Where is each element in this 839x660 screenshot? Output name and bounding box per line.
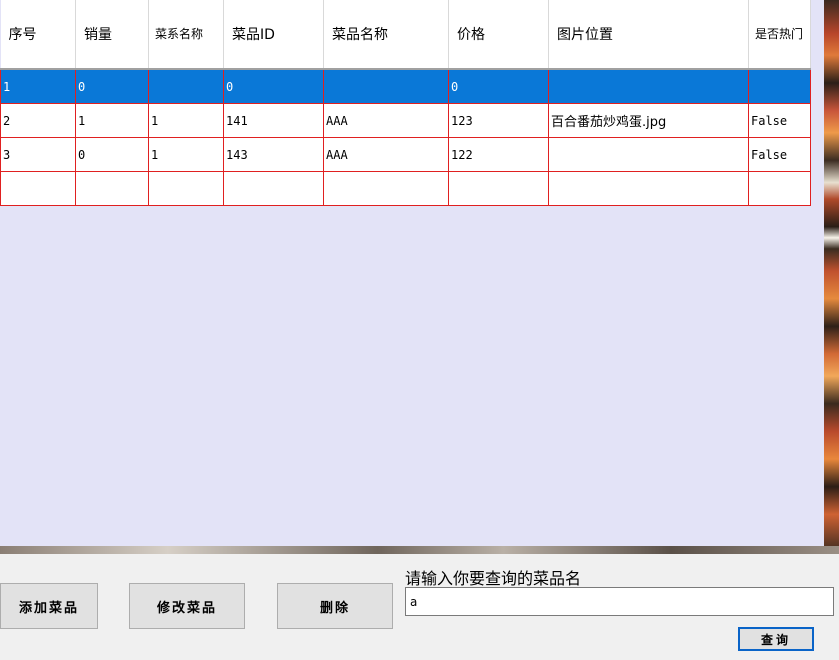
cell-index[interactable]: 3 bbox=[0, 137, 76, 172]
new-row[interactable] bbox=[0, 171, 811, 206]
cell-is-hot[interactable]: False bbox=[748, 137, 811, 172]
column-header-cuisine[interactable]: 菜系名称 bbox=[148, 0, 224, 70]
column-header-image-path[interactable]: 图片位置 bbox=[548, 0, 749, 70]
cell-image-path[interactable]: 百合番茄炒鸡蛋.jpg bbox=[548, 103, 749, 138]
column-header-sales[interactable]: 销量 bbox=[75, 0, 149, 70]
delete-dish-button[interactable]: 删除 bbox=[277, 583, 393, 629]
cell-is-hot[interactable] bbox=[748, 68, 811, 104]
query-label: 请输入你要查询的菜品名 bbox=[405, 569, 582, 588]
column-header-dish-id[interactable]: 菜品ID bbox=[223, 0, 324, 70]
cell-price[interactable]: 0 bbox=[448, 68, 549, 104]
cell-is-hot[interactable]: False bbox=[748, 103, 811, 138]
table-row[interactable]: 3 0 1 143 AAA 122 False bbox=[0, 137, 811, 172]
background-image-edge bbox=[0, 546, 839, 554]
cell-price[interactable] bbox=[448, 171, 549, 206]
column-header-dish-name[interactable]: 菜品名称 bbox=[323, 0, 449, 70]
cell-cuisine[interactable] bbox=[148, 68, 224, 104]
query-button[interactable]: 查询 bbox=[738, 627, 814, 651]
cell-dish-name[interactable] bbox=[323, 68, 449, 104]
cell-dish-id[interactable]: 0 bbox=[223, 68, 324, 104]
cell-index[interactable] bbox=[0, 171, 76, 206]
cell-is-hot[interactable] bbox=[748, 171, 811, 206]
column-header-index[interactable]: 序号 bbox=[0, 0, 76, 70]
data-grid-panel: 序号 销量 菜系名称 菜品ID 菜品名称 价格 图片位置 是否热门 1 0 0 … bbox=[0, 0, 824, 546]
food-image-strip bbox=[824, 0, 839, 553]
cell-sales[interactable]: 0 bbox=[75, 137, 149, 172]
cell-cuisine[interactable]: 1 bbox=[148, 137, 224, 172]
cell-cuisine[interactable] bbox=[148, 171, 224, 206]
cell-dish-name[interactable] bbox=[323, 171, 449, 206]
cell-sales[interactable] bbox=[75, 171, 149, 206]
cell-image-path[interactable] bbox=[548, 137, 749, 172]
dish-name-search-input[interactable] bbox=[405, 587, 834, 616]
cell-image-path[interactable] bbox=[548, 171, 749, 206]
cell-price[interactable]: 123 bbox=[448, 103, 549, 138]
cell-dish-id[interactable]: 141 bbox=[223, 103, 324, 138]
cell-dish-id[interactable]: 143 bbox=[223, 137, 324, 172]
cell-price[interactable]: 122 bbox=[448, 137, 549, 172]
cell-image-path[interactable] bbox=[548, 68, 749, 104]
cell-dish-id[interactable] bbox=[223, 171, 324, 206]
column-header-price[interactable]: 价格 bbox=[448, 0, 549, 70]
column-header-is-hot[interactable]: 是否热门 bbox=[748, 0, 811, 70]
cell-sales[interactable]: 0 bbox=[75, 68, 149, 104]
grid-header-row: 序号 销量 菜系名称 菜品ID 菜品名称 价格 图片位置 是否热门 bbox=[0, 0, 811, 70]
cell-cuisine[interactable]: 1 bbox=[148, 103, 224, 138]
dishes-grid[interactable]: 序号 销量 菜系名称 菜品ID 菜品名称 价格 图片位置 是否热门 1 0 0 … bbox=[0, 0, 811, 206]
edit-dish-button[interactable]: 修改菜品 bbox=[129, 583, 245, 629]
cell-sales[interactable]: 1 bbox=[75, 103, 149, 138]
cell-dish-name[interactable]: AAA bbox=[323, 103, 449, 138]
table-row[interactable]: 2 1 1 141 AAA 123 百合番茄炒鸡蛋.jpg False bbox=[0, 103, 811, 138]
cell-index[interactable]: 2 bbox=[0, 103, 76, 138]
table-row[interactable]: 1 0 0 0 bbox=[0, 68, 811, 104]
cell-dish-name[interactable]: AAA bbox=[323, 137, 449, 172]
add-dish-button[interactable]: 添加菜品 bbox=[0, 583, 98, 629]
cell-index[interactable]: 1 bbox=[0, 68, 76, 104]
